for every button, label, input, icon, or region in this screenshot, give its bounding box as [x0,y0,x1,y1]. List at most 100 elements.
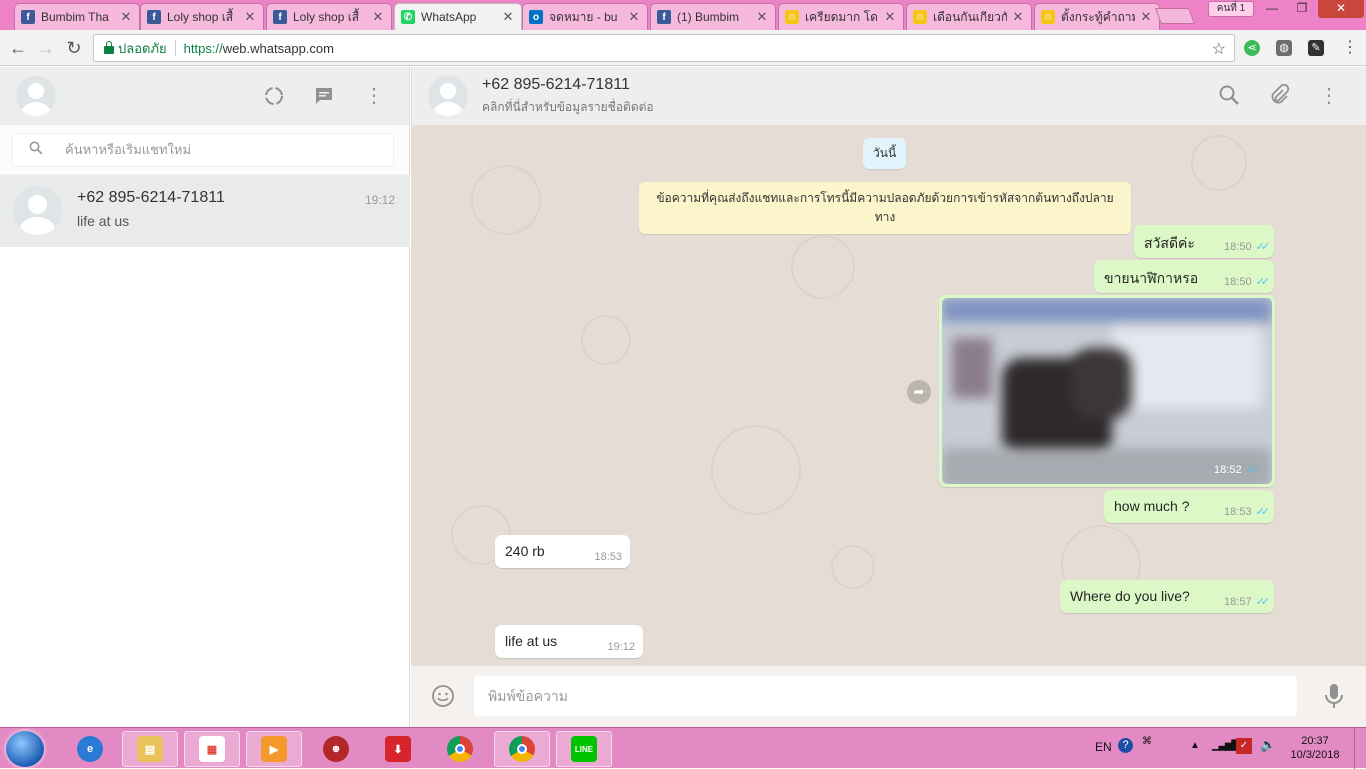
volume-icon[interactable]: 🔈 [1260,737,1276,753]
message-time: 18:50 [1224,240,1252,253]
message-incoming[interactable]: 240 rb 18:53 [495,535,630,568]
file-explorer-icon[interactable]: ▤ [122,731,178,767]
close-icon[interactable]: ✕ [119,9,133,25]
tab-facebook-notifications[interactable]: f (1) Bumbim ✕ [650,3,776,30]
browser-tab-strip: f Bumbim Tha ✕ f Loly shop เสื้ ✕ f Loly… [0,0,1366,30]
encryption-notice[interactable]: ข้อความที่คุณส่งถึงแชทและการโทรนี้มีความ… [639,182,1131,234]
url-text: https://web.whatsapp.com [184,41,334,56]
browser-toolbar: ← → ↻ ปลอดภัย https://web.whatsapp.com ☆… [0,30,1366,66]
search-box[interactable] [12,133,394,167]
message-outgoing[interactable]: how much ? 18:53 ✓✓ [1104,490,1274,523]
microphone-icon[interactable] [1324,683,1344,709]
message-outgoing[interactable]: Where do you live? 18:57 ✓✓ [1060,580,1274,613]
status-icon[interactable] [262,84,286,108]
tab-title: WhatsApp [421,10,477,24]
menu-dots-icon[interactable]: ⋮ [362,84,386,108]
apps-grid-icon[interactable]: ▦ [184,731,240,767]
start-button[interactable] [6,731,44,767]
minimize-icon[interactable]: — [1258,0,1286,18]
chrome-icon[interactable] [494,731,550,767]
network-signal-icon[interactable]: ▁▃▅▇ [1212,738,1240,751]
blurred-photo[interactable]: 18:52 ✓✓ [942,298,1272,484]
tab-facebook-bumbim[interactable]: f Bumbim Tha ✕ [14,3,140,30]
bookmark-star-icon[interactable]: ☆ [1212,39,1226,59]
close-icon[interactable]: ✕ [883,9,897,25]
close-icon[interactable]: ✕ [243,9,257,25]
message-time: 19:12 [607,641,635,653]
facebook-icon: f [657,10,671,24]
line-icon[interactable]: LINE [556,731,612,767]
message-outgoing[interactable]: สวัสดีค่ะ 18:50 ✓✓ [1134,225,1274,258]
search-icon[interactable] [1217,84,1241,108]
restore-icon[interactable]: ❐ [1288,0,1316,18]
photo-region [1112,328,1262,408]
browser-menu-icon[interactable]: ⋮ [1340,38,1360,58]
new-chat-icon[interactable] [312,84,336,108]
internet-explorer-icon[interactable]: e [62,731,118,767]
close-icon[interactable]: ✕ [501,9,515,25]
message-outgoing[interactable]: ขายนาฬิกาหรอ 18:50 ✓✓ [1094,260,1274,293]
tab-title: จดหมาย - bu [549,9,618,24]
message-input[interactable] [474,676,1297,716]
close-icon[interactable]: ✕ [755,9,769,25]
help-icon[interactable]: ? [1118,738,1133,753]
privacy-extension-icon[interactable]: ◍ [1276,40,1292,56]
tab-outlook-mail[interactable]: o จดหมาย - bu ✕ [522,3,648,30]
share-extension-icon[interactable]: ⋖ [1244,40,1260,56]
tab-pantip-2[interactable]: ☺ เดือนกันเกียวกั ✕ [906,3,1032,30]
reload-icon[interactable]: ↻ [64,38,84,58]
new-tab-button[interactable] [1155,8,1195,24]
address-bar[interactable]: ปลอดภัย https://web.whatsapp.com ☆ [93,34,1235,62]
photo-region [942,298,1272,322]
facebook-icon: f [147,10,161,24]
contact-avatar[interactable] [428,76,468,116]
back-arrow-icon[interactable]: ← [8,38,28,58]
secure-label: ปลอดภัย [118,40,167,56]
message-text: Where do you live? [1070,588,1190,604]
message-text: สวัสดีค่ะ [1144,235,1195,251]
system-clock[interactable]: 20:37 10/3/2018 [1280,734,1350,762]
message-text: life at us [505,633,558,649]
tab-pantip-1[interactable]: ☺ เครียดมาก โด ✕ [778,3,904,30]
attach-paperclip-icon[interactable] [1267,83,1291,108]
conversation-header[interactable]: +62 895-6214-71811 คลิกที่นี่สำหรับข้อมู… [411,67,1366,125]
show-hidden-icons-icon[interactable]: ▲ [1190,740,1200,751]
close-icon[interactable]: ✕ [1011,9,1025,25]
sidebar-header: ⋮ [0,67,409,125]
language-indicator[interactable]: EN [1095,740,1112,754]
close-icon[interactable]: ✕ [627,9,641,25]
chat-list-item[interactable]: +62 895-6214-71811 life at us 19:12 [0,175,410,247]
forward-arrow-icon[interactable]: → [36,38,56,58]
menu-dots-icon[interactable]: ⋮ [1317,84,1341,108]
download-manager-icon[interactable]: ⬇ [370,731,426,767]
message-incoming[interactable]: life at us 19:12 [495,625,643,658]
ninja-app-icon[interactable]: ☻ [308,731,364,767]
facebook-icon: f [273,10,287,24]
emoji-icon[interactable] [431,684,455,708]
window-close-button[interactable]: ✕ [1318,0,1364,18]
evernote-extension-icon[interactable]: ✎ [1308,40,1324,56]
emoji-icon: ☺ [785,10,799,24]
facebook-icon: f [21,10,35,24]
tab-loly-shop-1[interactable]: f Loly shop เสื้ ✕ [140,3,264,30]
message-image[interactable]: 18:52 ✓✓ [939,295,1275,487]
tab-title: Bumbim Tha [41,10,109,24]
message-text: 240 rb [505,543,545,559]
input-settings-icon[interactable]: ⌘ [1142,736,1152,747]
chat-contact-name: +62 895-6214-71811 [77,189,225,206]
show-desktop-button[interactable] [1354,728,1366,769]
profile-button[interactable]: คนที่ 1 [1208,1,1254,17]
close-icon[interactable]: ✕ [1139,9,1153,25]
chrome-icon[interactable] [432,731,488,767]
close-icon[interactable]: ✕ [371,9,385,25]
contact-info-hint: คลิกที่นี่สำหรับข้อมูลรายชื่อติดต่อ [482,100,654,114]
search-input[interactable] [65,142,365,157]
antivirus-icon[interactable]: ✓ [1236,738,1252,754]
my-avatar[interactable] [16,76,56,116]
tab-whatsapp[interactable]: ✆ WhatsApp ✕ [394,3,522,30]
tab-pantip-3[interactable]: ☺ ตั้งกระทู้คำถาม ✕ [1034,3,1160,30]
forward-icon[interactable]: ➦ [907,380,931,404]
media-player-icon[interactable]: ▶ [246,731,302,767]
tab-loly-shop-2[interactable]: f Loly shop เสื้ ✕ [266,3,392,30]
read-receipt-icon: ✓✓ [1245,464,1261,476]
